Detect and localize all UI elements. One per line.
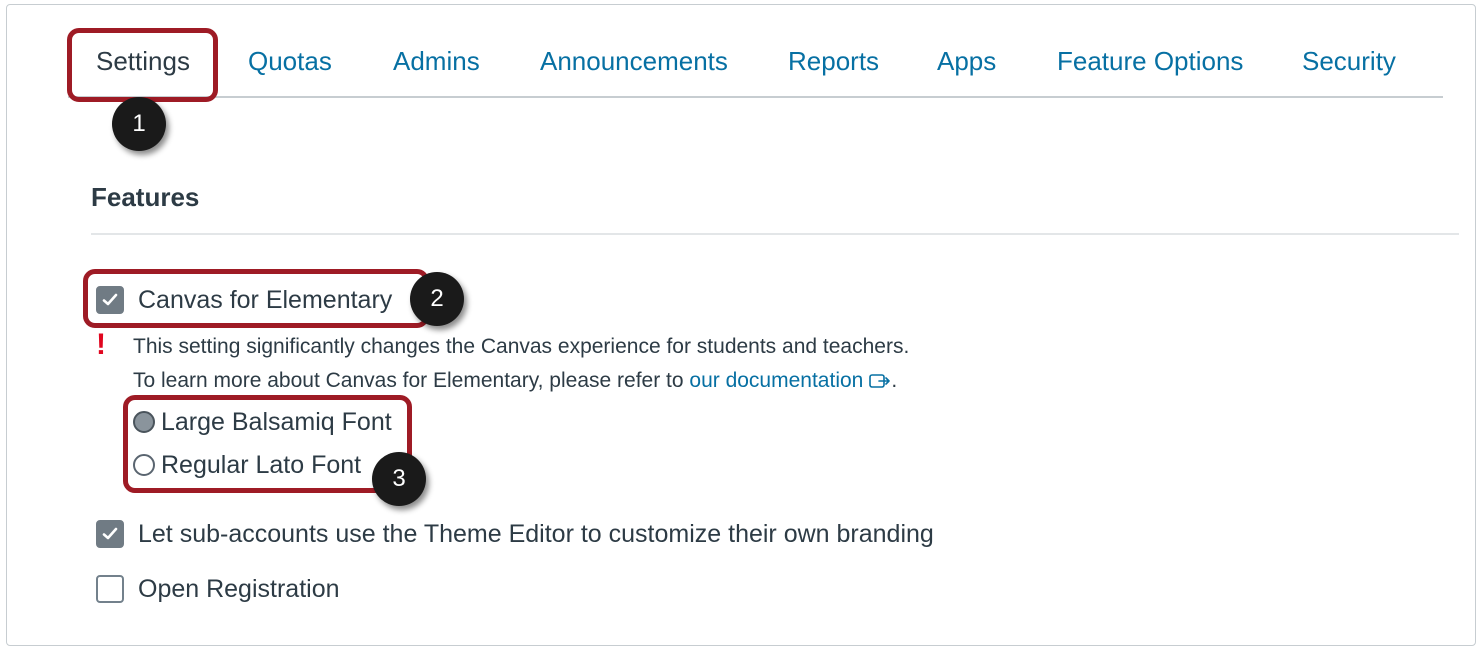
warning-icon: ! xyxy=(96,328,106,361)
tab-reports[interactable]: Reports xyxy=(788,46,879,77)
tab-feature-options[interactable]: Feature Options xyxy=(1057,46,1243,77)
canvas-for-elementary-checkbox[interactable] xyxy=(96,286,124,314)
balsamiq-label: Large Balsamiq Font xyxy=(161,407,392,436)
tab-settings[interactable]: Settings xyxy=(96,46,190,77)
theme-editor-label: Let sub-accounts use the Theme Editor to… xyxy=(138,519,934,548)
open-registration-row: Open Registration xyxy=(96,574,340,604)
open-registration-label: Open Registration xyxy=(138,574,340,603)
documentation-link[interactable]: our documentation xyxy=(689,369,863,392)
tab-security[interactable]: Security xyxy=(1302,46,1396,77)
theme-editor-checkbox[interactable] xyxy=(96,520,124,548)
lato-label: Regular Lato Font xyxy=(161,450,362,479)
external-link-icon xyxy=(869,374,891,389)
documentation-prefix: To learn more about Canvas for Elementar… xyxy=(133,369,690,392)
tab-announcements[interactable]: Announcements xyxy=(540,46,728,77)
font-option-lato[interactable]: Regular Lato Font xyxy=(133,450,361,480)
features-heading: Features xyxy=(91,182,200,212)
theme-editor-row: Let sub-accounts use the Theme Editor to… xyxy=(96,519,934,549)
documentation-text: To learn more about Canvas for Elementar… xyxy=(133,369,897,393)
settings-panel xyxy=(6,4,1476,646)
tab-admins[interactable]: Admins xyxy=(393,46,480,77)
checkmark-icon xyxy=(102,527,118,540)
canvas-for-elementary-row: Canvas for Elementary xyxy=(96,285,392,315)
tab-quotas[interactable]: Quotas xyxy=(248,46,332,77)
callout-badge-2: 2 xyxy=(410,272,464,326)
callout-badge-3: 3 xyxy=(372,452,426,506)
tab-apps[interactable]: Apps xyxy=(937,46,996,77)
warning-text: This setting significantly changes the C… xyxy=(133,335,910,358)
balsamiq-radio[interactable] xyxy=(133,411,155,433)
open-registration-checkbox[interactable] xyxy=(96,575,124,603)
section-divider xyxy=(91,233,1459,235)
account-tabs: Settings Quotas Admins Announcements Rep… xyxy=(68,28,1443,98)
canvas-for-elementary-label: Canvas for Elementary xyxy=(138,285,393,314)
callout-badge-1: 1 xyxy=(112,97,166,151)
checkmark-icon xyxy=(102,293,118,306)
font-option-balsamiq[interactable]: Large Balsamiq Font xyxy=(133,407,392,437)
lato-radio[interactable] xyxy=(133,454,155,476)
documentation-suffix: . xyxy=(891,369,898,392)
